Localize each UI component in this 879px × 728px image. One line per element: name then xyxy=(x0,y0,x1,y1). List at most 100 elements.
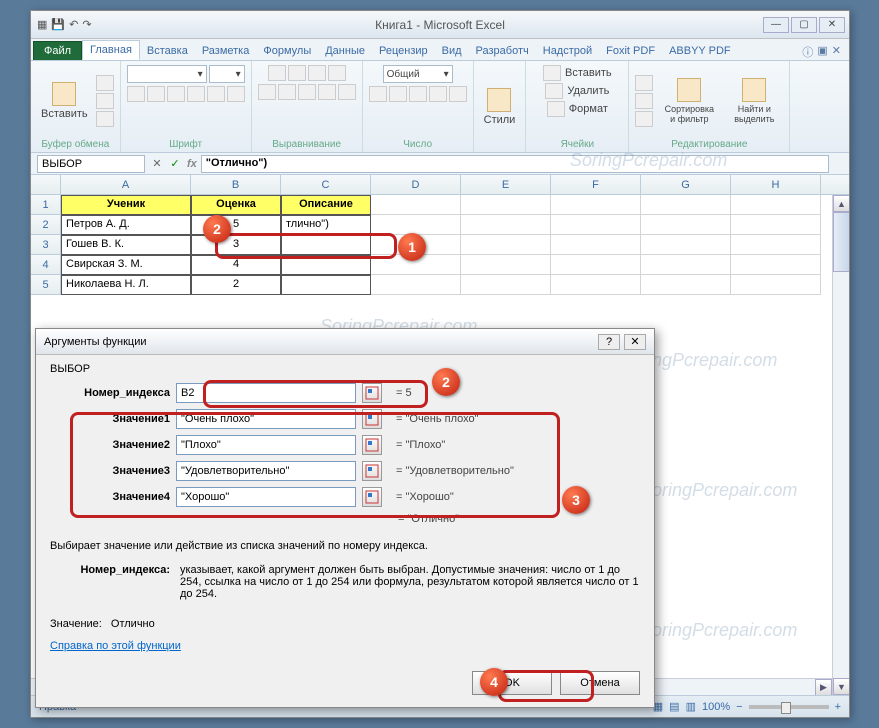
select-all-corner[interactable] xyxy=(31,175,61,194)
zoom-out-button[interactable]: − xyxy=(736,701,742,713)
cell[interactable] xyxy=(371,255,461,275)
range-selector-icon[interactable] xyxy=(362,487,382,507)
insert-cells-icon[interactable] xyxy=(543,65,561,81)
view-pagebreak-icon[interactable]: ▥ xyxy=(686,700,696,713)
cancel-button[interactable]: Отмена xyxy=(560,671,640,695)
row-header[interactable]: 2 xyxy=(31,215,61,235)
scroll-right-icon[interactable]: ▶ xyxy=(815,679,832,696)
arg-input-value1[interactable] xyxy=(176,409,356,429)
row-header[interactable]: 5 xyxy=(31,275,61,295)
cell[interactable] xyxy=(551,215,641,235)
scroll-down-icon[interactable]: ▼ xyxy=(833,678,849,695)
zoom-level[interactable]: 100% xyxy=(702,701,730,713)
tab-formulas[interactable]: Формулы xyxy=(256,42,318,60)
cell[interactable] xyxy=(371,195,461,215)
font-name-select[interactable]: ▾ xyxy=(127,65,207,83)
dec-decimal[interactable] xyxy=(449,86,467,102)
dialog-help-button[interactable]: ? xyxy=(598,334,620,350)
dialog-titlebar[interactable]: Аргументы функции ? ✕ xyxy=(36,329,654,355)
col-header[interactable]: F xyxy=(551,175,641,194)
align-right[interactable] xyxy=(298,84,316,100)
cell[interactable] xyxy=(731,215,821,235)
ribbon-help-icon[interactable]: ⓘ xyxy=(802,44,813,60)
fx-icon[interactable]: fx xyxy=(187,158,197,170)
range-selector-icon[interactable] xyxy=(362,435,382,455)
cell[interactable] xyxy=(641,215,731,235)
cell[interactable] xyxy=(281,235,371,255)
align-top[interactable] xyxy=(268,65,286,81)
tab-layout[interactable]: Разметка xyxy=(195,42,257,60)
view-layout-icon[interactable]: ▤ xyxy=(669,700,679,713)
font-size-select[interactable]: ▾ xyxy=(209,65,245,83)
copy-icon[interactable] xyxy=(96,93,114,109)
row-header[interactable]: 4 xyxy=(31,255,61,275)
tab-review[interactable]: Рецензир xyxy=(372,42,435,60)
help-link[interactable]: Справка по этой функции xyxy=(50,640,181,652)
currency-button[interactable] xyxy=(369,86,387,102)
formula-bar[interactable]: "Отлично") xyxy=(201,155,829,173)
cell[interactable]: Оценка xyxy=(191,195,281,215)
arg-input-value3[interactable] xyxy=(176,461,356,481)
ok-button[interactable]: OK xyxy=(472,671,552,695)
indent-dec[interactable] xyxy=(318,84,336,100)
align-middle[interactable] xyxy=(288,65,306,81)
maximize-button[interactable]: ▢ xyxy=(791,17,817,33)
cell[interactable] xyxy=(641,275,731,295)
indent-inc[interactable] xyxy=(338,84,356,100)
arg-input-index[interactable] xyxy=(176,383,356,403)
border-button[interactable] xyxy=(187,86,205,102)
range-selector-icon[interactable] xyxy=(362,409,382,429)
tab-insert[interactable]: Вставка xyxy=(140,42,195,60)
col-header[interactable]: B xyxy=(191,175,281,194)
zoom-in-button[interactable]: + xyxy=(835,701,841,713)
cell[interactable]: 3 xyxy=(191,235,281,255)
tab-addins[interactable]: Надстрой xyxy=(536,42,599,60)
sort-filter-button[interactable]: Сортировка и фильтр xyxy=(657,76,721,126)
cell[interactable]: Свирская З. М. xyxy=(61,255,191,275)
col-header[interactable]: E xyxy=(461,175,551,194)
cell[interactable] xyxy=(551,235,641,255)
dialog-close-button[interactable]: ✕ xyxy=(624,334,646,350)
tab-home[interactable]: Главная xyxy=(82,40,140,60)
comma-button[interactable] xyxy=(409,86,427,102)
ribbon-minimize-icon[interactable]: ▣ xyxy=(817,44,827,60)
cell[interactable]: 2 xyxy=(191,275,281,295)
cell[interactable] xyxy=(731,235,821,255)
styles-button[interactable]: Стили xyxy=(480,86,520,128)
col-header[interactable]: A xyxy=(61,175,191,194)
file-tab[interactable]: Файл xyxy=(33,41,82,60)
tab-abbyy[interactable]: ABBYY PDF xyxy=(662,42,738,60)
autosum-icon[interactable] xyxy=(635,75,653,91)
cell[interactable] xyxy=(641,255,731,275)
save-icon[interactable]: 💾 xyxy=(51,18,65,31)
number-format-select[interactable]: Общий▾ xyxy=(383,65,453,83)
cell[interactable] xyxy=(461,255,551,275)
cell[interactable] xyxy=(371,275,461,295)
cell[interactable] xyxy=(461,195,551,215)
cell[interactable] xyxy=(551,255,641,275)
tab-data[interactable]: Данные xyxy=(318,42,372,60)
minimize-button[interactable]: — xyxy=(763,17,789,33)
font-color-button[interactable] xyxy=(227,86,245,102)
range-selector-icon[interactable] xyxy=(362,383,382,403)
name-box[interactable]: ВЫБОР xyxy=(37,155,145,173)
cell[interactable] xyxy=(551,275,641,295)
vertical-scrollbar[interactable]: ▲ ▼ xyxy=(832,195,849,695)
cell[interactable]: Описание xyxy=(281,195,371,215)
bold-button[interactable] xyxy=(127,86,145,102)
col-header[interactable]: D xyxy=(371,175,461,194)
orientation[interactable] xyxy=(328,65,346,81)
arg-input-value2[interactable] xyxy=(176,435,356,455)
cell[interactable] xyxy=(641,235,731,255)
cell[interactable]: 5 xyxy=(191,215,281,235)
cell[interactable]: Гошев В. К. xyxy=(61,235,191,255)
cell[interactable] xyxy=(461,215,551,235)
fill-icon[interactable] xyxy=(635,93,653,109)
cell[interactable]: Ученик xyxy=(61,195,191,215)
format-cells-icon[interactable] xyxy=(547,101,565,117)
align-bottom[interactable] xyxy=(308,65,326,81)
cell[interactable] xyxy=(731,195,821,215)
col-header[interactable]: C xyxy=(281,175,371,194)
tab-developer[interactable]: Разработч xyxy=(469,42,536,60)
fill-color-button[interactable] xyxy=(207,86,225,102)
